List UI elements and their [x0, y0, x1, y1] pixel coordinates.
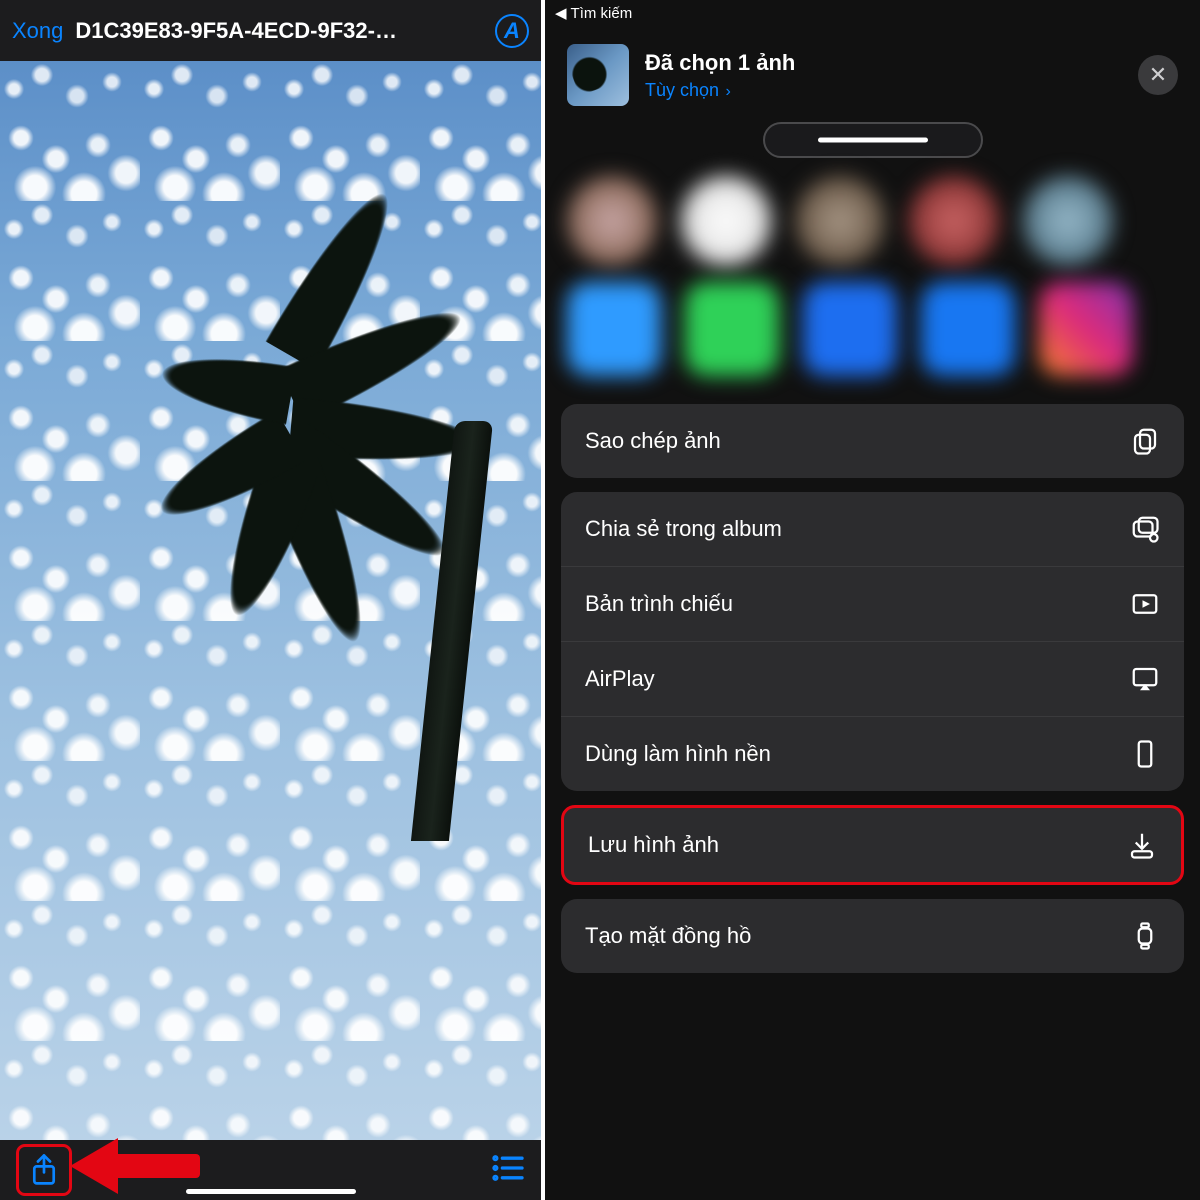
share-sheet-panel: ◀ Tìm kiếm Đã chọn 1 ảnh Tùy chọn › ✕ Sa… [545, 0, 1200, 1200]
annotation-arrow-icon [70, 1140, 200, 1192]
phone-icon [1130, 739, 1160, 769]
play-rect-icon [1130, 589, 1160, 619]
selection-thumbnail[interactable] [567, 44, 629, 106]
selection-header: Đã chọn 1 ảnh Tùy chọn › ✕ [545, 26, 1200, 116]
action-group-3: Tạo mặt đồng hồ [561, 899, 1184, 973]
action-wallpaper[interactable]: Dùng làm hình nền [561, 716, 1184, 791]
chevron-left-icon: ◀ [555, 4, 567, 22]
file-title: D1C39E83-9F5A-4ECD-9F32-… [75, 18, 483, 44]
action-group-1: Sao chép ảnh [561, 404, 1184, 478]
options-link[interactable]: Tùy chọn › [645, 80, 795, 101]
download-icon [1127, 830, 1157, 860]
drag-indicator[interactable] [763, 122, 983, 158]
viewer-header: Xong D1C39E83-9F5A-4ECD-9F32-… A [0, 0, 541, 61]
action-group-save: Lưu hình ảnh [561, 805, 1184, 885]
viewer-toolbar [0, 1140, 541, 1200]
back-to-search[interactable]: ◀ Tìm kiếm [545, 0, 1200, 26]
action-watchface[interactable]: Tạo mặt đồng hồ [561, 899, 1184, 973]
markup-button[interactable]: A [495, 14, 529, 48]
copy-icon [1130, 426, 1160, 456]
airplay-icon [1130, 664, 1160, 694]
selection-title: Đã chọn 1 ảnh [645, 50, 795, 76]
done-button[interactable]: Xong [12, 18, 63, 44]
action-copy-photo[interactable]: Sao chép ảnh [561, 404, 1184, 478]
action-slideshow[interactable]: Bản trình chiếu [561, 566, 1184, 641]
chevron-right-icon: › [721, 83, 731, 100]
action-share-album[interactable]: Chia sẻ trong album [561, 492, 1184, 566]
share-button[interactable] [16, 1144, 72, 1196]
action-group-2: Chia sẻ trong album Bản trình chiếu AirP… [561, 492, 1184, 791]
shared-album-icon [1130, 514, 1160, 544]
action-save-image[interactable]: Lưu hình ảnh [564, 808, 1181, 882]
share-apps-row[interactable] [545, 274, 1200, 384]
action-airplay[interactable]: AirPlay [561, 641, 1184, 716]
actions-menu: Sao chép ảnh Chia sẻ trong album Bản trì… [561, 404, 1184, 973]
watch-icon [1130, 921, 1160, 951]
back-label: Tìm kiếm [571, 5, 633, 22]
photo-viewer-panel: Xong D1C39E83-9F5A-4ECD-9F32-… A [0, 0, 545, 1200]
home-indicator [186, 1189, 356, 1194]
close-button[interactable]: ✕ [1138, 55, 1178, 95]
airdrop-contacts-row[interactable] [545, 168, 1200, 274]
list-button[interactable] [491, 1154, 525, 1187]
photo-content[interactable] [0, 61, 541, 1140]
palm-silhouette [211, 281, 541, 841]
